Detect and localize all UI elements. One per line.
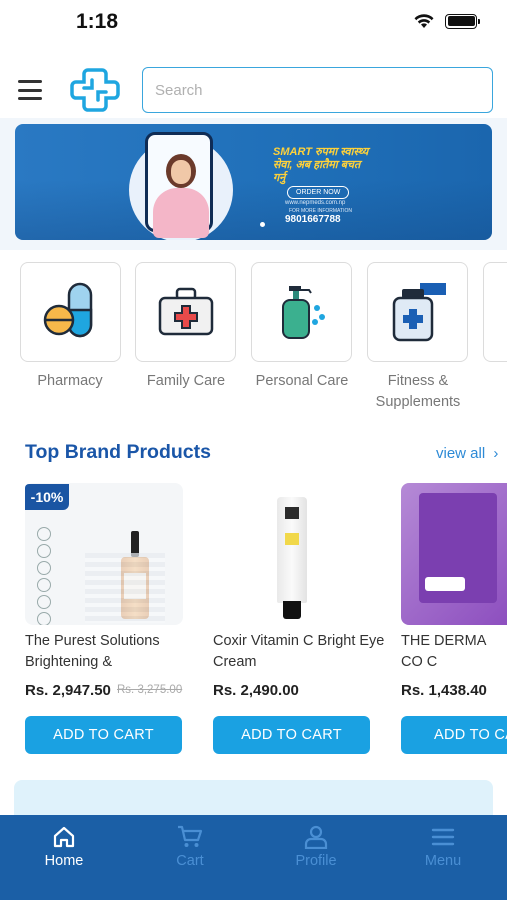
derma-logo-plate xyxy=(425,577,465,591)
product-old-price: Rs. 3,275.00 xyxy=(117,684,183,696)
status-time: 1:18 xyxy=(76,10,119,33)
promo-banner[interactable]: SMART रुपमा स्वास्थ्य सेवा, अब हातैमा बच… xyxy=(15,124,492,240)
nav-menu-label: Menu xyxy=(424,853,462,869)
first-aid-kit-icon xyxy=(158,287,213,336)
logo-cross-icon xyxy=(70,68,120,112)
banner-phone-number: 9801667788 xyxy=(285,214,341,225)
tube-cap xyxy=(283,601,301,619)
product-name[interactable]: Coxir Vitamin C Bright Eye Cream xyxy=(213,631,388,673)
nav-home[interactable]: Home xyxy=(14,825,114,869)
pills-icon xyxy=(43,282,92,338)
category-label-pharmacy: Pharmacy xyxy=(37,373,103,389)
eye-cream-tube xyxy=(277,497,307,603)
category-label-family-care: Family Care xyxy=(146,373,226,389)
nav-profile[interactable]: Profile xyxy=(266,825,366,869)
banner-order-now: ORDER NOW xyxy=(287,186,350,199)
lotion-bottle-icon xyxy=(281,286,325,339)
add-to-cart-button[interactable]: ADD TO CART xyxy=(213,716,370,754)
status-icons xyxy=(413,13,480,29)
section-title-top-brand: Top Brand Products xyxy=(25,441,211,463)
profile-icon xyxy=(304,825,328,849)
add-to-cart-button[interactable]: ADD TO CART xyxy=(25,716,182,754)
category-personal-care[interactable] xyxy=(251,262,352,362)
wifi-icon xyxy=(414,14,434,28)
product-image[interactable] xyxy=(401,483,507,625)
battery-icon xyxy=(445,13,480,29)
home-icon xyxy=(53,826,75,848)
category-next-partial[interactable] xyxy=(483,262,507,362)
carousel-indicator xyxy=(260,222,265,227)
discount-badge: -10% xyxy=(25,484,69,510)
product-name[interactable]: The Purest Solutions Brightening & xyxy=(25,631,200,673)
banner-url: www.nepmeds.com.np xyxy=(285,200,346,206)
banner-person-graphic xyxy=(153,188,209,238)
hamburger-menu-icon[interactable] xyxy=(18,80,42,100)
product-price: Rs. 2,490.00 xyxy=(213,682,299,699)
category-fitness-supplements[interactable] xyxy=(367,262,468,362)
category-pharmacy[interactable] xyxy=(20,262,121,362)
nav-home-label: Home xyxy=(44,853,84,869)
app-logo[interactable] xyxy=(70,66,120,114)
chevron-right-icon: › xyxy=(493,445,499,462)
view-all-link[interactable]: view all › xyxy=(436,445,498,462)
add-to-cart-button[interactable]: ADD TO CA xyxy=(401,716,507,754)
product-bg-stripes xyxy=(85,553,165,623)
category-label-fitness-supplements: Fitness & Supplements xyxy=(375,373,461,410)
banner-city-skyline xyxy=(15,180,492,240)
banner-person-face xyxy=(171,160,191,184)
nav-cart-label: Cart xyxy=(176,853,204,869)
product-price: Rs. 1,438.40 xyxy=(401,682,487,699)
nav-menu[interactable]: Menu xyxy=(393,825,493,869)
category-family-care[interactable] xyxy=(135,262,236,362)
tube-label xyxy=(285,507,299,519)
search-input[interactable] xyxy=(142,67,493,113)
product-image[interactable] xyxy=(213,483,371,625)
supplement-bottle-icon xyxy=(392,283,446,342)
category-label-personal-care: Personal Care xyxy=(255,373,349,389)
tube-yellow-label xyxy=(285,533,299,545)
product-price: Rs. 2,947.50 xyxy=(25,682,111,699)
cart-icon xyxy=(178,825,203,847)
product-benefits-list xyxy=(37,527,77,625)
banner-headline: SMART रुपमा स्वास्थ्य सेवा, अब हातैमा बच… xyxy=(273,146,369,184)
nav-profile-label: Profile xyxy=(295,853,337,869)
nav-cart[interactable]: Cart xyxy=(140,825,240,869)
derma-box xyxy=(419,493,497,603)
menu-icon xyxy=(431,828,455,846)
product-name[interactable]: THE DERMA CO C FACESERUM 20 xyxy=(401,631,507,673)
view-all-label: view all xyxy=(436,445,486,462)
